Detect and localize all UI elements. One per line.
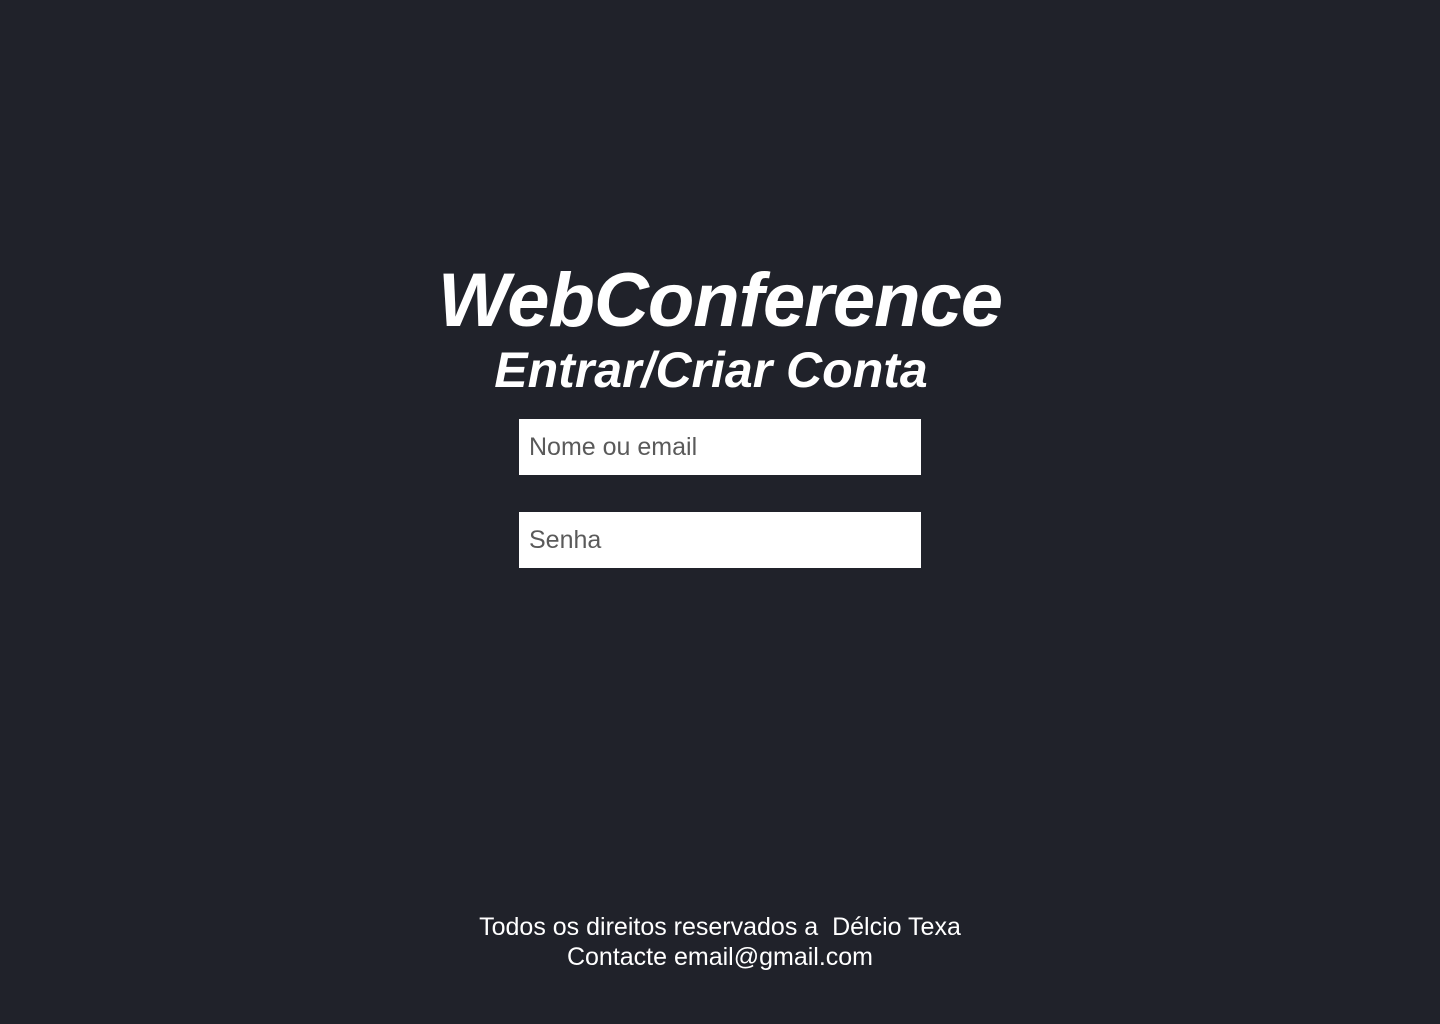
password-input[interactable] (519, 512, 921, 568)
username-input[interactable] (519, 419, 921, 475)
app-title: WebConference (437, 258, 1003, 343)
footer: Todos os direitos reservados a Délcio Te… (0, 912, 1440, 972)
page-subtitle: Entrar/Criar Conta (494, 342, 928, 398)
copyright-text: Todos os direitos reservados a Délcio Te… (479, 913, 961, 941)
contact-text: Contacte email@gmail.com (566, 943, 874, 971)
